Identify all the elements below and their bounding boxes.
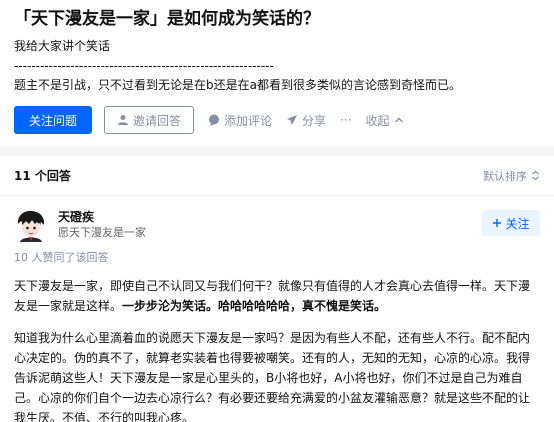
answer-item: 天磴疾 愿天下漫友是一家 关注 10 人赞同了该回答 天下漫友是一家，即使自己不… [0, 196, 554, 422]
author-name[interactable]: 天磴疾 [58, 209, 146, 225]
sort-label: 默认排序 [483, 169, 527, 183]
chevron-up-icon [394, 117, 403, 123]
collapse-button[interactable]: 收起 [365, 112, 403, 129]
section-divider [0, 146, 554, 156]
answers-count: 11 个回答 [14, 169, 71, 183]
sort-dropdown[interactable]: 默认排序 [483, 168, 540, 184]
invite-answer-label: 邀请回答 [132, 113, 181, 128]
add-comment-button[interactable]: 添加评论 [208, 112, 272, 129]
share-button[interactable]: 分享 [286, 112, 326, 129]
question-separator: ----------------------------------------… [14, 60, 274, 72]
answers-header: 11 个回答 默认排序 [0, 156, 554, 196]
question-title[interactable]: 「天下漫友是一家」是如何成为笑话的？ [14, 8, 540, 30]
answer-author: 天磴疾 愿天下漫友是一家 关注 [14, 206, 540, 244]
answer-paragraph: 天下漫友是一家，即使自己不认同又与我们何干？就像只有值得的人才会真心去值得一样。… [14, 276, 540, 316]
avatar[interactable] [14, 208, 48, 242]
answer-content: 天下漫友是一家，即使自己不认同又与我们何干？就像只有值得的人才会真心去值得一样。… [14, 276, 540, 422]
comment-icon [209, 114, 219, 126]
answer-paragraph: 知道我为什么心里滴着血的说愿天下漫友是一家吗？是因为有些人不配，还有些人不行。配… [14, 331, 531, 422]
share-icon [287, 115, 298, 125]
follow-author-button[interactable]: 关注 [482, 210, 540, 236]
person-icon [117, 115, 128, 125]
more-button[interactable]: ··· [340, 113, 351, 127]
question-detail: 我给大家讲个笑话 [14, 39, 111, 53]
add-comment-label: 添加评论 [224, 113, 273, 128]
sort-toggle-icon [532, 170, 539, 181]
invite-answer-button[interactable]: 邀请回答 [104, 106, 194, 134]
answer-paragraph-bold: 一步步沦为笑话。哈哈哈哈哈哈，真不愧是笑话。 [122, 299, 387, 313]
follow-question-button[interactable]: 关注问题 [14, 106, 92, 134]
follow-author-label: 关注 [505, 216, 530, 231]
share-label: 分享 [302, 113, 327, 128]
plus-icon [493, 219, 502, 227]
author-bio: 愿天下漫友是一家 [58, 226, 146, 239]
author-info: 天磴疾 愿天下漫友是一家 [58, 209, 146, 241]
question-description: 题主不是引战，只不过看到无论是在b还是在a都看到很多类似的言论感到奇怪而已。 [14, 78, 461, 92]
question-header: 「天下漫友是一家」是如何成为笑话的？ 我给大家讲个笑话 ------------… [0, 0, 554, 134]
upvote-info: 10 人赞同了该回答 [14, 251, 109, 264]
question-actions: 关注问题 邀请回答 添加评论 分享 ··· 收起 [14, 106, 540, 134]
collapse-label: 收起 [365, 113, 390, 128]
